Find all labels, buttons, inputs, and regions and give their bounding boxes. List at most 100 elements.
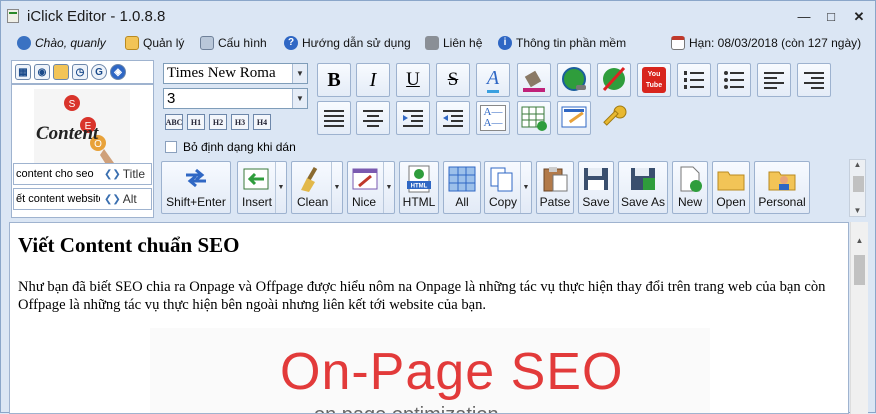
menu-manage[interactable]: Quản lý [125,36,184,50]
shift-enter-button[interactable]: Shift+Enter [161,161,231,214]
scroll-up-icon[interactable]: ▲ [850,160,865,169]
personal-button[interactable]: Personal [754,161,810,214]
menu-about[interactable]: i Thông tin phần mềm [498,36,626,50]
justify-button[interactable] [317,101,351,135]
indent-button[interactable] [396,101,430,135]
toolbar-scrollbar[interactable]: ▲ ▼ [849,159,866,217]
chevron-down-icon[interactable]: ▼ [520,162,531,213]
grid-icon [447,165,477,193]
scroll-thumb[interactable] [854,255,865,285]
scroll-down-icon[interactable]: ▼ [850,206,865,215]
h2-button[interactable]: H2 [209,114,227,130]
chevron-down-icon[interactable]: ▼ [331,162,342,213]
insert-table-button[interactable] [517,101,551,135]
close-button[interactable]: ✕ [852,9,866,25]
title-field: ❮❯ Title [13,163,152,185]
save-as-button[interactable]: Save As [618,161,668,214]
unordered-list-button[interactable] [717,63,751,97]
globe-icon[interactable]: ◈ [110,64,126,80]
chevron-down-icon[interactable]: ▼ [292,89,307,108]
insert-image-icon[interactable]: ▦ [15,64,31,80]
menu-config[interactable]: Cấu hình [200,36,267,50]
h3-button[interactable]: H3 [231,114,249,130]
editor-content[interactable]: Viết Content chuẩn SEO Như bạn đã biết S… [9,222,849,414]
clean-button[interactable]: Clean ▼ [291,161,343,214]
ordered-list-button[interactable] [677,63,711,97]
html-button[interactable]: HTML HTML [399,161,439,214]
checkbox-box[interactable] [165,141,177,153]
title-input[interactable] [14,168,100,180]
new-button[interactable]: New [672,161,708,214]
editor-scrollbar[interactable]: ▲ [850,222,868,414]
chevron-down-icon[interactable]: ▼ [275,162,286,213]
doc-paragraph: Như bạn đã biết SEO chia ra Onpage và Of… [18,279,826,313]
nice-button[interactable]: Nice ▼ [347,161,395,214]
insert-label: Insert [242,195,273,209]
swap-arrows-icon[interactable]: ❮❯ [104,194,121,205]
strip-format-label: Bỏ định dạng khi dán [183,140,296,154]
key-button[interactable] [597,101,631,135]
strike-button[interactable]: S [436,63,470,97]
scroll-thumb[interactable] [853,176,864,192]
broom-icon [296,165,326,193]
link-button[interactable] [557,63,591,97]
chevron-down-icon[interactable]: ▼ [383,162,394,213]
save-button[interactable]: Save [578,161,614,214]
select-all-button[interactable]: All [443,161,481,214]
edit-form-button[interactable] [557,101,591,135]
align-center-button[interactable] [356,101,390,135]
maximize-button[interactable]: □ [824,9,838,24]
alt-field: ❮❯ Alt [13,188,152,210]
font-color-button[interactable]: A [476,63,510,97]
minimize-button[interactable]: — [797,9,811,24]
new-file-icon [675,165,705,193]
open-button[interactable]: Open [712,161,750,214]
user-icon [17,36,31,50]
underline-button[interactable]: U [396,63,430,97]
menu-user[interactable]: Chào, quanly [17,36,106,50]
help-icon: ? [284,36,298,50]
camera-icon[interactable]: ◉ [34,64,50,80]
alt-input[interactable] [14,193,100,205]
image-panel: ▦ ◉ ◷ G ◈ S E O Content content cho seo … [11,60,154,218]
content-word: Content [36,123,99,144]
h1-button[interactable]: H1 [187,114,205,130]
youtube-icon: You Tube [642,67,666,93]
menu-about-label: Thông tin phần mềm [516,36,627,50]
clock-icon[interactable]: ◷ [72,64,88,80]
info-icon: i [498,36,512,50]
copy-label: Copy [489,195,518,209]
open-folder-icon[interactable] [53,64,69,80]
shift-enter-icon [181,165,211,193]
paste-button[interactable]: Patse [536,161,574,214]
bold-button[interactable]: B [317,63,351,97]
chevron-down-icon[interactable]: ▼ [292,64,307,83]
bullet-list-icon [724,71,744,89]
key-icon [603,105,627,126]
copy-button[interactable]: Copy ▼ [484,161,532,214]
align-left-button[interactable] [757,63,791,97]
h4-button[interactable]: H4 [253,114,271,130]
folder-icon [125,36,139,50]
insert-button[interactable]: Insert ▼ [237,161,287,214]
text-format-button[interactable]: A— A— [476,101,510,135]
scroll-up-icon[interactable]: ▲ [851,236,868,245]
font-family-select[interactable]: Times New Roma ▼ [163,63,308,84]
menu-bar: Chào, quanly Quản lý Cấu hình ? Hướng dẫ… [1,32,875,56]
align-right-button[interactable] [797,63,831,97]
swap-arrows-icon[interactable]: ❮❯ [104,169,121,180]
menu-help[interactable]: ? Hướng dẫn sử dụng [284,36,411,50]
copy-icon [487,165,517,193]
edit-form-icon [561,106,587,128]
abc-button[interactable]: ABC [165,114,183,130]
font-size-select[interactable]: 3 ▼ [163,88,308,109]
italic-button[interactable]: I [356,63,390,97]
menu-manage-label: Quản lý [143,36,185,50]
youtube-button[interactable]: You Tube [637,63,671,97]
outdent-button[interactable] [436,101,470,135]
unlink-button[interactable] [597,63,631,97]
fill-color-button[interactable] [517,63,551,97]
menu-contact[interactable]: Liên hệ [425,36,482,50]
google-icon[interactable]: G [91,64,107,80]
strip-format-checkbox[interactable]: Bỏ định dạng khi dán [165,140,296,154]
